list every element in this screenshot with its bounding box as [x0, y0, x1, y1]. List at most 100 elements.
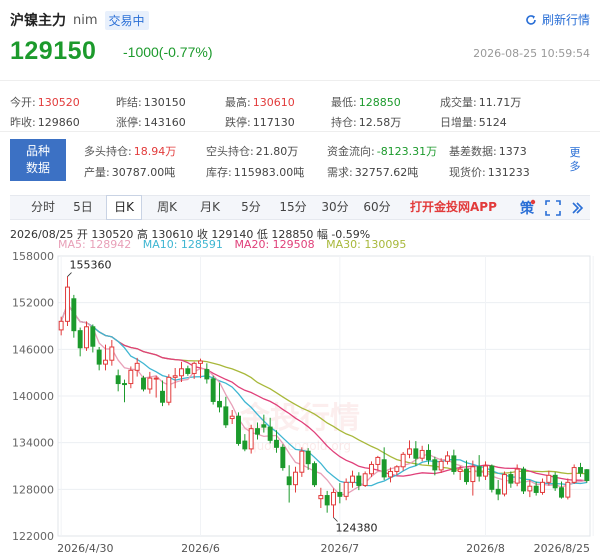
variety-value: 32757.62吨	[354, 166, 419, 179]
candle	[508, 471, 514, 488]
candle-body	[274, 439, 279, 448]
candle-body	[565, 481, 571, 498]
y-tick-label: 146000	[12, 343, 54, 356]
candle-body	[527, 485, 533, 492]
variety-label: 现货价:	[449, 166, 486, 179]
candle	[331, 488, 336, 518]
quote-label: 日增量:	[440, 116, 477, 129]
candle-body	[166, 376, 172, 403]
quote-value: 129860	[37, 116, 80, 129]
tab-period[interactable]: 5分	[234, 196, 268, 219]
y-tick-label: 158000	[12, 250, 54, 263]
quote-value: 12.58万	[358, 116, 402, 129]
x-tick-label: 2026/8/25	[534, 542, 590, 555]
refresh-button[interactable]: 刷新行情	[525, 11, 590, 28]
candle	[153, 375, 159, 398]
candle-body	[540, 481, 545, 493]
candle-body	[375, 456, 381, 465]
tab-period[interactable]: 分时	[24, 196, 62, 219]
candle	[293, 466, 298, 493]
trading-status-badge: 交易中	[104, 10, 149, 30]
indicator-button[interactable]: 策	[518, 199, 536, 217]
candle-body	[388, 470, 393, 478]
more-button[interactable]: 更 多	[568, 146, 582, 174]
candle-body	[546, 474, 552, 483]
candle-body	[210, 378, 216, 402]
x-tick-label: 2026/4/30	[57, 542, 113, 555]
quote-value: 128850	[358, 96, 401, 109]
candle	[229, 410, 235, 424]
tab-period[interactable]: 5日	[66, 196, 100, 219]
tab-period[interactable]: 30分	[316, 196, 354, 219]
price-change: -1000(-0.77%)	[123, 44, 213, 60]
candle	[337, 483, 343, 504]
fullscreen-button[interactable]	[544, 199, 562, 217]
candle-body	[584, 469, 590, 481]
variety-cell: 资金流向: -8123.31万	[327, 143, 437, 159]
candle-body	[552, 474, 558, 489]
instrument-header: 沪镍主力 nim 交易中	[10, 8, 149, 32]
candle	[65, 276, 70, 326]
candle	[375, 455, 381, 471]
quote-label: 最低:	[331, 96, 357, 109]
instrument-name: 沪镍主力	[10, 13, 66, 29]
candle-body	[242, 440, 248, 450]
candle	[84, 321, 89, 351]
candle-body	[191, 362, 197, 374]
candle-body	[109, 346, 115, 361]
quote-value: 143160	[143, 116, 186, 129]
candle-body	[179, 368, 184, 377]
candle	[527, 480, 533, 498]
candle	[299, 447, 305, 477]
quote-label: 昨收:	[10, 116, 36, 129]
quote-cell: 最低: 128850	[331, 94, 401, 110]
candle-body	[457, 468, 463, 472]
candle-body	[350, 475, 355, 483]
candle	[77, 327, 83, 357]
variety-value: 30787.00吨	[111, 166, 176, 179]
last-price: 129150	[10, 37, 97, 65]
candle-body	[299, 450, 305, 473]
variety-data-button[interactable]: 品种 数据	[10, 139, 66, 181]
candle-body	[369, 463, 374, 475]
candle	[96, 347, 102, 371]
variety-label: 基差数据:	[449, 145, 497, 158]
candle-body	[286, 476, 292, 486]
tab-period[interactable]: 15分	[274, 196, 312, 219]
candle-body	[483, 465, 488, 477]
ma5-line	[60, 302, 587, 496]
candle	[90, 324, 96, 353]
quote-label: 最高:	[225, 96, 251, 109]
candle	[147, 371, 153, 394]
candle-body	[90, 326, 96, 347]
candle-body	[356, 475, 362, 486]
candle	[210, 375, 216, 405]
kline-chart[interactable]: 122000 128000 134000 140000 146000 152000 1580…	[0, 250, 600, 556]
candle-body	[318, 495, 324, 500]
variety-value: 21.80万	[255, 145, 299, 158]
quote-cell: 持仓: 12.58万	[331, 114, 401, 130]
tab-period[interactable]: 月K	[192, 196, 228, 219]
candle-body	[464, 468, 469, 483]
candle-body	[185, 368, 191, 374]
candle	[445, 451, 450, 465]
candle-body	[407, 448, 412, 455]
chevron-right-icon	[572, 202, 584, 214]
variety-cell: 现货价: 131233	[449, 164, 530, 180]
tab-period[interactable]: 60分	[358, 196, 396, 219]
candle-body	[381, 459, 387, 478]
tab-period[interactable]: 日K	[106, 195, 142, 220]
y-tick-label: 122000	[12, 530, 54, 543]
open-app-button[interactable]: 打开金投网APP	[410, 196, 497, 219]
expand-button[interactable]	[568, 199, 586, 217]
variety-label: 产量:	[84, 166, 110, 179]
y-tick-label: 128000	[12, 483, 54, 496]
tab-period[interactable]: 周K	[148, 196, 186, 219]
candle-body	[141, 377, 146, 390]
candle-body	[248, 428, 254, 450]
variety-box-line2: 数据	[25, 161, 50, 175]
quote-cell: 跌停: 117130	[225, 114, 295, 130]
candle-body	[236, 415, 241, 444]
candle-body	[343, 481, 349, 497]
candle-body	[578, 467, 583, 474]
